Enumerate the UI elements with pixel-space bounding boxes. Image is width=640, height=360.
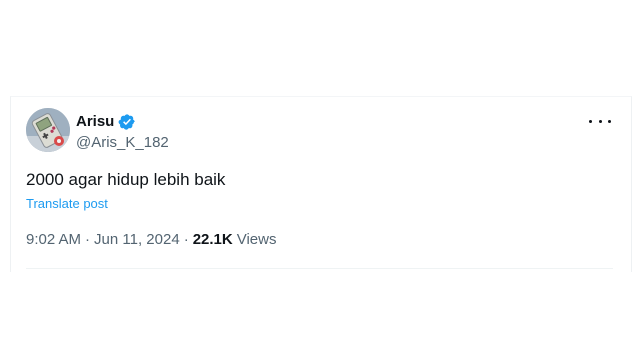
post-date[interactable]: Jun 11, 2024: [94, 230, 180, 250]
handheld-console-avatar-icon: [26, 108, 70, 152]
more-dot: [608, 119, 611, 123]
meta-separator: ·: [183, 231, 189, 248]
author-avatar[interactable]: [26, 108, 70, 152]
views-label[interactable]: Views: [237, 230, 277, 250]
post-meta: 9:02 AM · Jun 11, 2024 · 22.1K Views: [26, 230, 276, 250]
meta-separator: ·: [85, 231, 91, 248]
author-display-name[interactable]: Arisu: [76, 112, 114, 132]
more-dot: [598, 119, 602, 123]
translate-post-link[interactable]: Translate post: [26, 196, 108, 212]
more-dot: [589, 119, 592, 123]
post-divider: [26, 268, 613, 269]
views-count[interactable]: 22.1K: [193, 230, 233, 250]
post-time[interactable]: 9:02 AM: [26, 230, 81, 250]
post-card: Arisu @Aris_K_182 2000 agar hidup lebih …: [10, 96, 632, 272]
author-name-row: Arisu: [76, 112, 136, 132]
more-options-icon[interactable]: [589, 113, 611, 129]
screenshot-frame: Arisu @Aris_K_182 2000 agar hidup lebih …: [0, 0, 640, 360]
author-handle[interactable]: @Aris_K_182: [76, 133, 169, 153]
post-text: 2000 agar hidup lebih baik: [26, 170, 226, 189]
verified-badge-icon[interactable]: [118, 113, 136, 131]
